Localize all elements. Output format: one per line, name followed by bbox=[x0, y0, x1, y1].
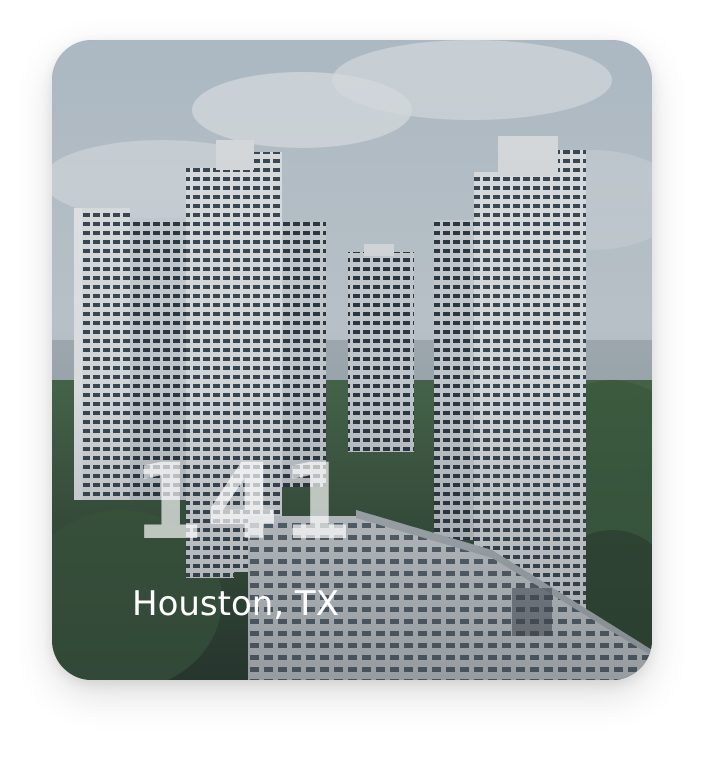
property-count: 141 bbox=[132, 441, 356, 563]
city-card[interactable]: 141 Houston, TX bbox=[52, 40, 652, 680]
city-name: Houston, TX bbox=[132, 584, 339, 624]
page: 141 Houston, TX bbox=[0, 0, 720, 760]
